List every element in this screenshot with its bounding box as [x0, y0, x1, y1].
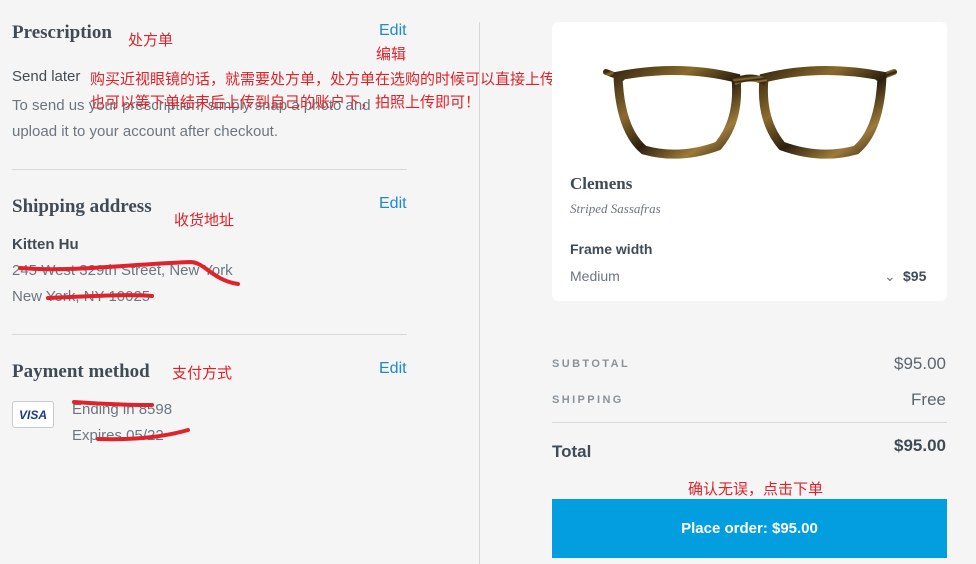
annotation-prescription: 处方单	[128, 31, 174, 49]
total-label: Total	[552, 442, 592, 461]
shipping-title: Shipping address	[12, 196, 152, 217]
subtotal-label: SUBTOTAL	[552, 358, 631, 370]
visa-card-icon: VISA	[12, 401, 54, 428]
column-divider	[479, 22, 480, 564]
shipping-address-line2: New York, NY 10025	[12, 288, 151, 305]
payment-edit-link[interactable]: Edit	[379, 360, 407, 378]
section-divider	[12, 334, 407, 335]
shipping-address-line1: 245 West 329th Street, New York	[12, 262, 233, 279]
prescription-edit-link[interactable]: Edit	[379, 22, 407, 40]
product-color: Striped Sassafras	[570, 201, 661, 216]
prescription-description-line2: upload it to your account after checkout…	[12, 123, 278, 140]
annotation-payment: 支付方式	[172, 364, 233, 382]
product-card: Clemens Striped Sassafras Frame width Me…	[552, 22, 947, 301]
product-name: Clemens	[570, 174, 633, 193]
card-expiry: Expires 05/22	[72, 427, 164, 444]
payment-title: Payment method	[12, 361, 150, 382]
prescription-title: Prescription	[12, 22, 112, 43]
card-ending: Ending in 8598	[72, 401, 173, 418]
shipping-value: Free	[911, 390, 946, 409]
shipping-edit-link[interactable]: Edit	[379, 195, 407, 213]
frame-width-select[interactable]: Medium	[570, 268, 620, 284]
frame-width-label: Frame width	[570, 241, 653, 257]
product-price: $95	[903, 268, 927, 284]
glasses-icon	[603, 65, 897, 159]
place-order-button[interactable]: Place order: $95.00	[552, 499, 947, 558]
annotation-place-order: 确认无误，点击下单	[688, 480, 824, 498]
section-divider	[12, 169, 407, 170]
annotation-prescription-note-line1: 购买近视眼镜的话，就需要处方单，处方单在选购的时候可以直接上传，	[90, 70, 571, 88]
annotation-prescription-note-line2: 也可以等下单结束后上传到自己的账户下，拍照上传即可！	[90, 93, 481, 111]
send-later-option[interactable]: Send later	[12, 68, 80, 85]
shipping-name: Kitten Hu	[12, 236, 79, 253]
summary-divider	[552, 422, 947, 423]
total-value: $95.00	[894, 436, 946, 455]
shipping-label: SHIPPING	[552, 394, 624, 406]
subtotal-value: $95.00	[894, 354, 946, 373]
annotation-shipping: 收货地址	[174, 211, 235, 229]
chevron-down-icon[interactable]: ⌄	[884, 268, 896, 285]
annotation-edit: 编辑	[376, 45, 407, 63]
